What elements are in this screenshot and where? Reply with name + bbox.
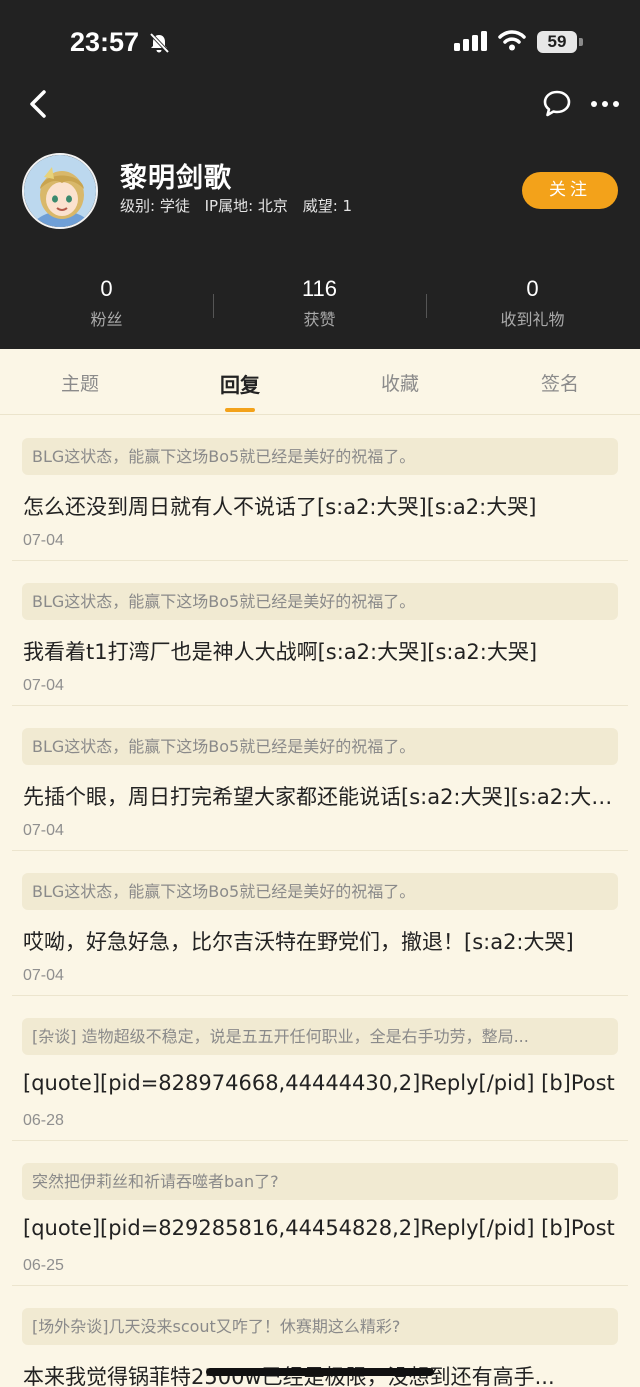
reply-date: 07-04 [23, 677, 64, 694]
more-icon[interactable] [589, 92, 621, 116]
reply-item[interactable]: BLG这状态，能赢下这场Bo5就已经是美好的祝福了。 怎么还没到周日就有人不说话… [12, 416, 628, 561]
reply-item[interactable]: [杂谈] 造物超级不稳定，说是五五开任何职业，全是右手功劳，整局... [quo… [12, 996, 628, 1141]
reply-date: 07-04 [23, 822, 64, 839]
reply-date: 07-04 [23, 967, 64, 984]
reply-text: 我看着t1打湾厂也是神人大战啊[s:a2:大哭][s:a2:大哭] [23, 640, 538, 664]
battery-nub [579, 38, 583, 46]
reply-list: BLG这状态，能赢下这场Bo5就已经是美好的祝福了。 怎么还没到周日就有人不说话… [0, 416, 640, 1387]
user-ip-location: IP属地: 北京 [204, 197, 288, 215]
home-indicator[interactable] [206, 1368, 434, 1376]
avatar-image [24, 155, 96, 227]
reply-item[interactable]: BLG这状态，能赢下这场Bo5就已经是美好的祝福了。 我看着t1打湾厂也是神人大… [12, 561, 628, 706]
stat-value: 116 [301, 276, 338, 301]
reply-quote[interactable]: BLG这状态，能赢下这场Bo5就已经是美好的祝福了。 [22, 583, 618, 620]
reply-text: 先插个眼，周日打完希望大家都还能说话[s:a2:大哭][s:a2:大哭] [23, 785, 619, 809]
back-arrow-icon[interactable] [24, 86, 56, 122]
status-time: 23:57 [70, 27, 140, 57]
stat-gifts[interactable]: 0 收到礼物 [426, 276, 639, 330]
profile-meta: 级别: 学徒 IP属地: 北京 威望: 1 [120, 195, 362, 216]
reply-quote[interactable]: BLG这状态，能赢下这场Bo5就已经是美好的祝福了。 [22, 873, 618, 910]
avatar[interactable] [22, 153, 98, 229]
stats-row: 0 粉丝 116 获赞 0 收到礼物 [0, 276, 640, 336]
stat-likes[interactable]: 116 获赞 [213, 276, 426, 330]
profile-tabs: 主题 回复 收藏 签名 [0, 349, 640, 415]
reply-text: 怎么还没到周日就有人不说话了[s:a2:大哭][s:a2:大哭] [23, 495, 537, 519]
reply-date: 06-25 [23, 1257, 64, 1274]
profile-header: 23:57 59 黎明剑歌 级别: 学徒 IP属地: 北京 威望: 1 关注 0… [0, 0, 640, 349]
stat-value: 0 [100, 276, 113, 301]
tab-topics[interactable]: 主题 [0, 369, 160, 396]
active-tab-indicator [225, 408, 255, 412]
username: 黎明剑歌 [120, 163, 232, 194]
stat-label: 粉丝 [90, 310, 123, 329]
battery-icon: 59 [537, 31, 577, 53]
reply-quote[interactable]: 突然把伊莉丝和祈请吞噬者ban了? [22, 1163, 618, 1200]
reply-item[interactable]: BLG这状态，能赢下这场Bo5就已经是美好的祝福了。 哎呦，好急好急，比尔吉沃特… [12, 851, 628, 996]
reply-date: 07-04 [23, 532, 64, 549]
tab-replies[interactable]: 回复 [160, 369, 320, 398]
tab-favorites[interactable]: 收藏 [320, 369, 480, 396]
user-level: 级别: 学徒 [120, 197, 190, 215]
user-reputation: 威望: 1 [302, 197, 353, 215]
bell-off-icon [149, 32, 170, 54]
signal-icon [454, 31, 487, 51]
chat-bubble-icon[interactable] [541, 88, 573, 120]
reply-item[interactable]: 突然把伊莉丝和祈请吞噬者ban了? [quote][pid=829285816,… [12, 1141, 628, 1286]
stat-label: 获赞 [303, 310, 336, 329]
status-bar: 23:57 59 [0, 0, 640, 86]
reply-quote[interactable]: [杂谈] 造物超级不稳定，说是五五开任何职业，全是右手功劳，整局... [22, 1018, 618, 1055]
reply-text: [quote][pid=829285816,44454828,2]Reply[/… [23, 1216, 615, 1240]
follow-button[interactable]: 关注 [522, 172, 618, 209]
tab-signature[interactable]: 签名 [480, 369, 640, 396]
stat-label: 收到礼物 [500, 310, 565, 329]
stat-followers[interactable]: 0 粉丝 [0, 276, 213, 330]
stat-value: 0 [526, 276, 539, 301]
reply-text: [quote][pid=828974668,44444430,2]Reply[/… [23, 1071, 615, 1095]
reply-quote[interactable]: [场外杂谈]几天没来scout又咋了！休赛期这么精彩? [22, 1308, 618, 1345]
reply-date: 06-28 [23, 1112, 64, 1129]
reply-text: 哎呦，好急好急，比尔吉沃特在野党们，撤退！[s:a2:大哭] [23, 930, 574, 954]
reply-quote[interactable]: BLG这状态，能赢下这场Bo5就已经是美好的祝福了。 [22, 728, 618, 765]
reply-item[interactable]: BLG这状态，能赢下这场Bo5就已经是美好的祝福了。 先插个眼，周日打完希望大家… [12, 706, 628, 851]
reply-quote[interactable]: BLG这状态，能赢下这场Bo5就已经是美好的祝福了。 [22, 438, 618, 475]
wifi-icon [498, 30, 526, 51]
